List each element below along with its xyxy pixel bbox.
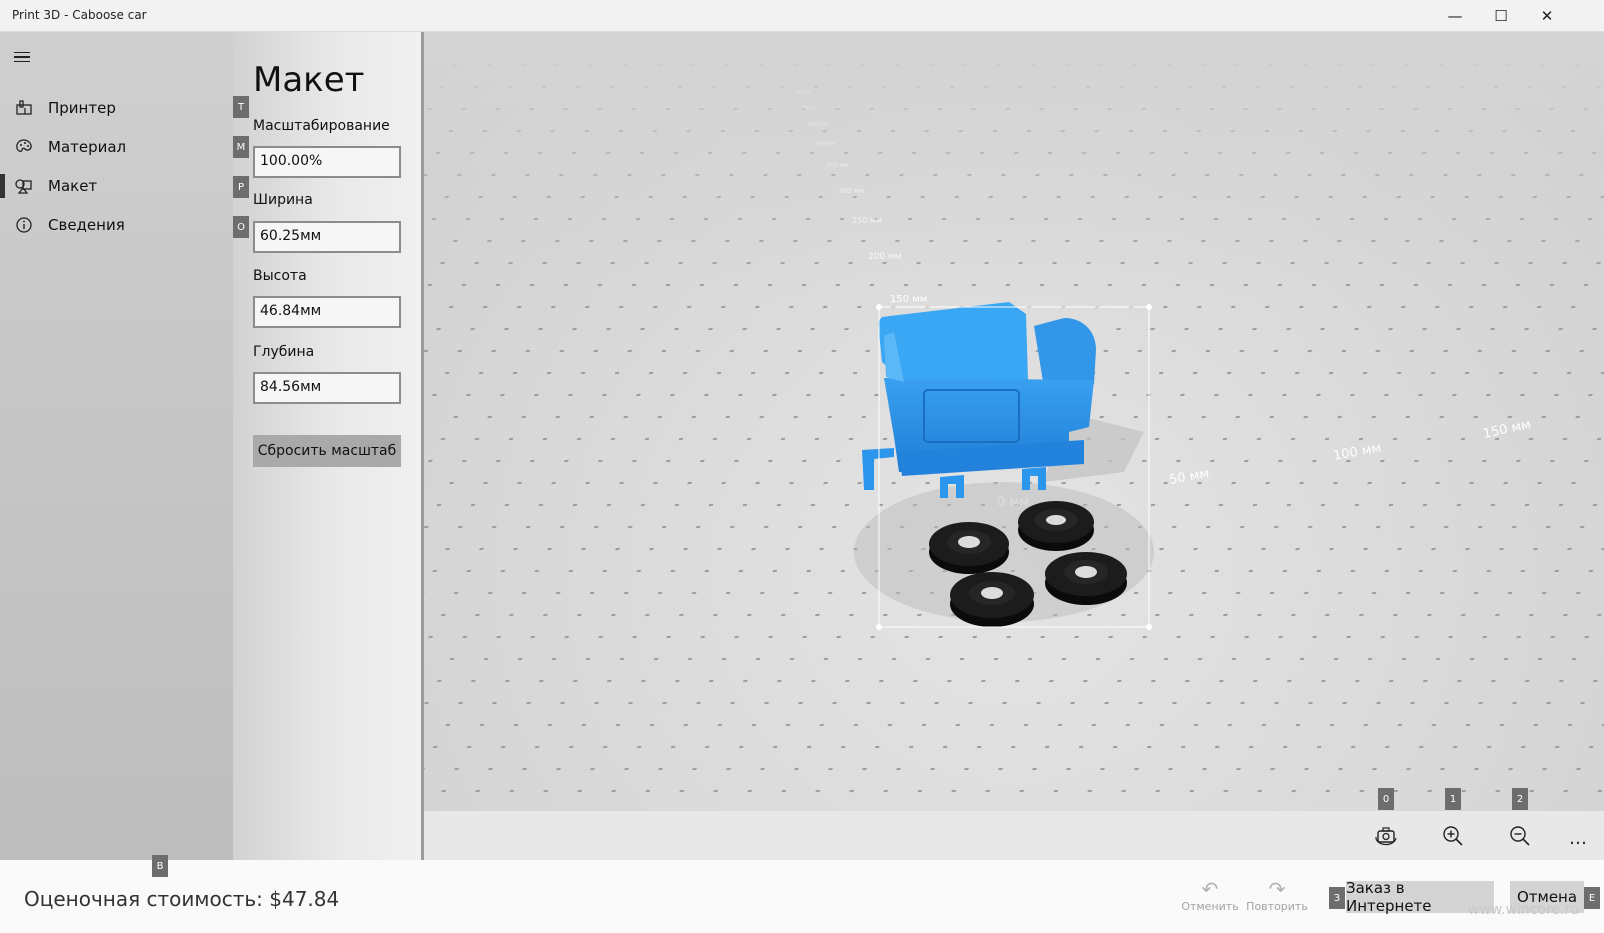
redo-label: Повторить [1246, 900, 1308, 913]
axis-label: 450 мм [808, 122, 827, 128]
redo-icon: ↷ [1268, 877, 1286, 901]
depth-label: Глубина [253, 344, 315, 360]
axis-label: 250 мм [852, 216, 882, 225]
scale-input[interactable]: 100.00% [253, 146, 401, 178]
height-input[interactable]: 46.84мм [253, 296, 401, 328]
view-toolbar [424, 811, 1604, 860]
info-icon [0, 205, 48, 245]
width-input[interactable]: 60.25мм [253, 221, 401, 253]
axis-label: 400 мм [816, 141, 835, 147]
layout-panel: Макет Масштабирование 100.00% Ширина 60.… [233, 32, 424, 860]
palette-icon [0, 127, 48, 167]
keytip-cost: В [152, 855, 168, 877]
axis-label: 500 мм [802, 105, 817, 110]
axis-label: 150 мм [890, 294, 927, 305]
keytip-material: М [233, 136, 249, 158]
scale-label: Масштабирование [253, 118, 390, 134]
zoom-out-button[interactable] [1503, 823, 1537, 853]
estimated-cost: Оценочная стоимость: $47.84 [24, 887, 340, 911]
undo-icon: ↶ [1201, 877, 1219, 901]
keytip-cancel: Е [1584, 887, 1600, 909]
title-bar: Print 3D - Caboose car — ☐ ✕ [0, 0, 1604, 32]
nav-item-label: Сведения [48, 216, 125, 234]
redo-button[interactable]: ↷ Повторить [1245, 878, 1309, 913]
reset-scale-button[interactable]: Сбросить масштаб [253, 435, 401, 467]
zoom-in-icon [1442, 825, 1464, 851]
undo-button[interactable]: ↶ Отменить [1180, 878, 1240, 913]
nav-item-label: Материал [48, 138, 127, 156]
app-window: Print 3D - Caboose car — ☐ ✕ Принтер Мат… [0, 0, 1604, 933]
nav-item-info[interactable]: Сведения [0, 205, 233, 245]
zoom-in-button[interactable] [1436, 823, 1470, 853]
nav-item-layout[interactable]: Макет [0, 166, 233, 206]
keytip-view-reset: 0 [1378, 788, 1394, 810]
minimize-button[interactable]: — [1432, 0, 1478, 32]
nav-item-label: Принтер [48, 99, 116, 117]
3d-viewport[interactable]: 0 мм 50 мм 100 мм 150 мм 150 мм 200 мм 2… [424, 32, 1604, 811]
axis-label: 200 мм [868, 252, 902, 262]
keytip-info: О [233, 216, 249, 238]
keytip-layout: Р [233, 176, 249, 198]
window-title: Print 3D - Caboose car [12, 8, 147, 22]
watermark: www.wincore.ru [1468, 902, 1580, 918]
axis-label: 300 мм [838, 187, 864, 195]
keytip-printer: Т [233, 96, 249, 118]
depth-input[interactable]: 84.56мм [253, 372, 401, 404]
panel-title: Макет [253, 60, 365, 100]
keytip-zoom-out: 2 [1512, 788, 1528, 810]
hamburger-menu-button[interactable] [14, 46, 36, 68]
printer-icon [0, 88, 48, 128]
axis-label: 350 мм [826, 162, 848, 169]
camera-rotate-icon [1374, 825, 1398, 851]
build-plate-scene: 0 мм 50 мм 100 мм 150 мм 150 мм 200 мм 2… [424, 32, 1604, 811]
width-label: Ширина [253, 192, 313, 208]
nav-item-label: Макет [48, 177, 98, 195]
zoom-out-icon [1509, 825, 1531, 851]
layout-icon [0, 166, 48, 206]
close-button[interactable]: ✕ [1524, 0, 1570, 32]
navigation-pane: Принтер Материал Макет Сведения [0, 32, 233, 860]
maximize-button[interactable]: ☐ [1478, 0, 1524, 32]
keytip-order: З [1329, 887, 1345, 909]
undo-label: Отменить [1181, 900, 1239, 913]
more-options-button[interactable]: … [1562, 823, 1596, 853]
axis-label: 550 мм [796, 90, 811, 95]
reset-view-button[interactable] [1369, 823, 1403, 853]
nav-item-material[interactable]: Материал [0, 127, 233, 167]
nav-item-printer[interactable]: Принтер [0, 88, 233, 128]
keytip-zoom-in: 1 [1445, 788, 1461, 810]
height-label: Высота [253, 268, 307, 284]
